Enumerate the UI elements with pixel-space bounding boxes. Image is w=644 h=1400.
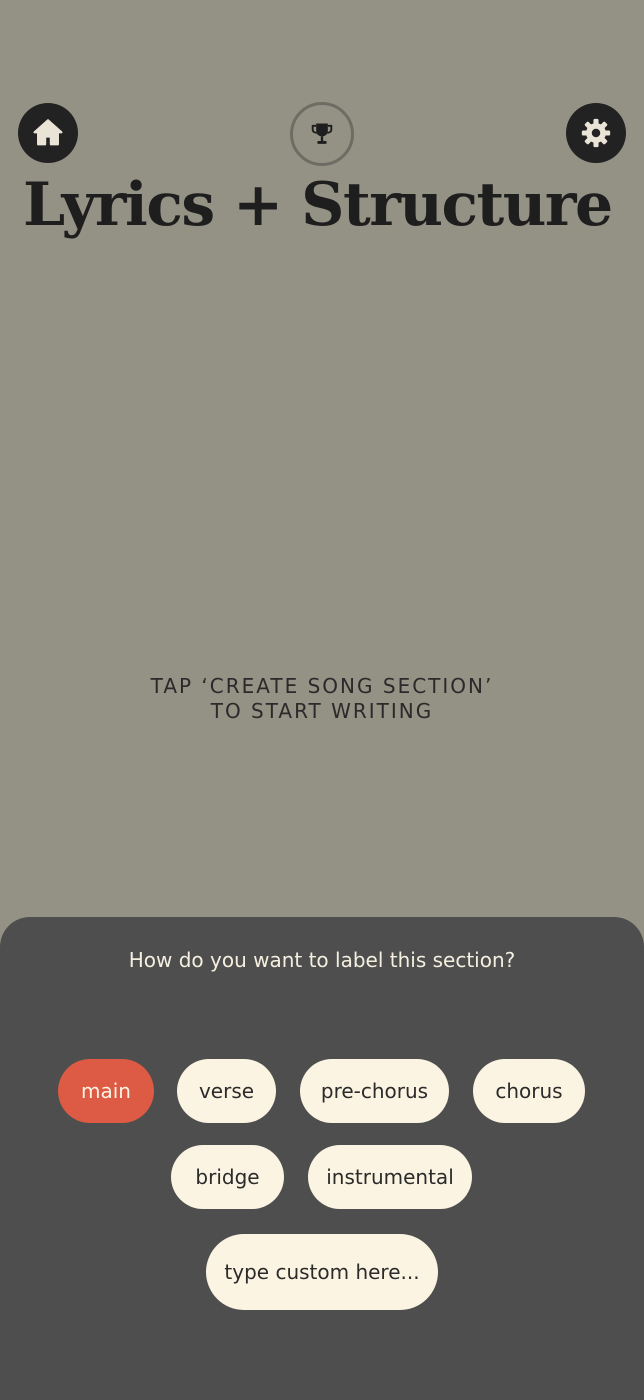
page-title: Lyrics + Structure [23,170,613,240]
label-option-bridge[interactable]: bridge [171,1145,284,1209]
trophy-icon [311,123,333,144]
custom-label-input[interactable] [206,1234,438,1310]
label-option-pre-chorus[interactable]: pre-chorus [300,1059,449,1123]
empty-state-line-2: TO START WRITING [210,699,434,723]
home-icon [33,119,63,146]
gear-icon [581,118,611,148]
label-option-chorus[interactable]: chorus [473,1059,585,1123]
label-option-verse[interactable]: verse [177,1059,276,1123]
label-option-main[interactable]: main [58,1059,154,1123]
section-label-prompt: How do you want to label this section? [128,948,516,972]
empty-state-line-1: TAP ‘CREATE SONG SECTION’ [150,674,494,698]
lyrics-structure-screen: Lyrics + Structure TAP ‘CREATE SONG SECT… [0,0,644,1400]
home-button[interactable] [18,103,78,163]
empty-state-hint: TAP ‘CREATE SONG SECTION’ TO START WRITI… [0,674,644,724]
settings-button[interactable] [566,103,626,163]
label-option-instrumental[interactable]: instrumental [308,1145,472,1209]
achievements-button[interactable] [290,102,354,166]
